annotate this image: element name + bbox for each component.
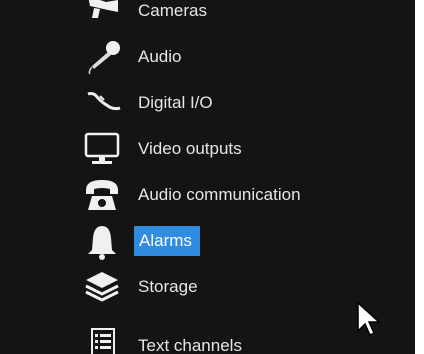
layers-icon: [85, 272, 119, 302]
list-icon: [91, 328, 115, 354]
menu-item-label: Audio: [138, 47, 182, 66]
menu-item-label: Storage: [138, 277, 198, 296]
menu-item-digital-io[interactable]: Digital I/O: [0, 80, 415, 126]
menu-item-label: Digital I/O: [138, 93, 213, 112]
menu-item-audio-communication[interactable]: Audio communication: [0, 172, 415, 218]
menu-item-label: Alarms: [134, 226, 200, 256]
menu-item-audio[interactable]: Audio: [0, 34, 415, 80]
menu-item-storage[interactable]: Storage: [0, 264, 415, 310]
menu-item-label: Video outputs: [138, 139, 242, 158]
menu-item-text-channels[interactable]: Text channels: [0, 323, 415, 354]
menu-item-label: Cameras: [138, 1, 207, 20]
menu-item-video-outputs[interactable]: Video outputs: [0, 126, 415, 172]
bell-icon: [88, 226, 116, 260]
menu-item-cameras[interactable]: Cameras: [0, 0, 415, 34]
camera-icon: [88, 0, 118, 18]
menu-item-label: Text channels: [138, 336, 242, 354]
menu-item-alarms[interactable]: Alarms: [0, 218, 415, 264]
microphone-icon: [88, 41, 120, 75]
mouse-cursor-icon: [357, 301, 381, 337]
telephone-icon: [86, 180, 118, 210]
monitor-icon: [84, 132, 120, 164]
settings-menu-panel: Cameras Audio Digital I/O Video outputs: [0, 0, 415, 354]
wire-connector-icon: [87, 92, 121, 111]
menu-item-label: Audio communication: [138, 185, 301, 204]
